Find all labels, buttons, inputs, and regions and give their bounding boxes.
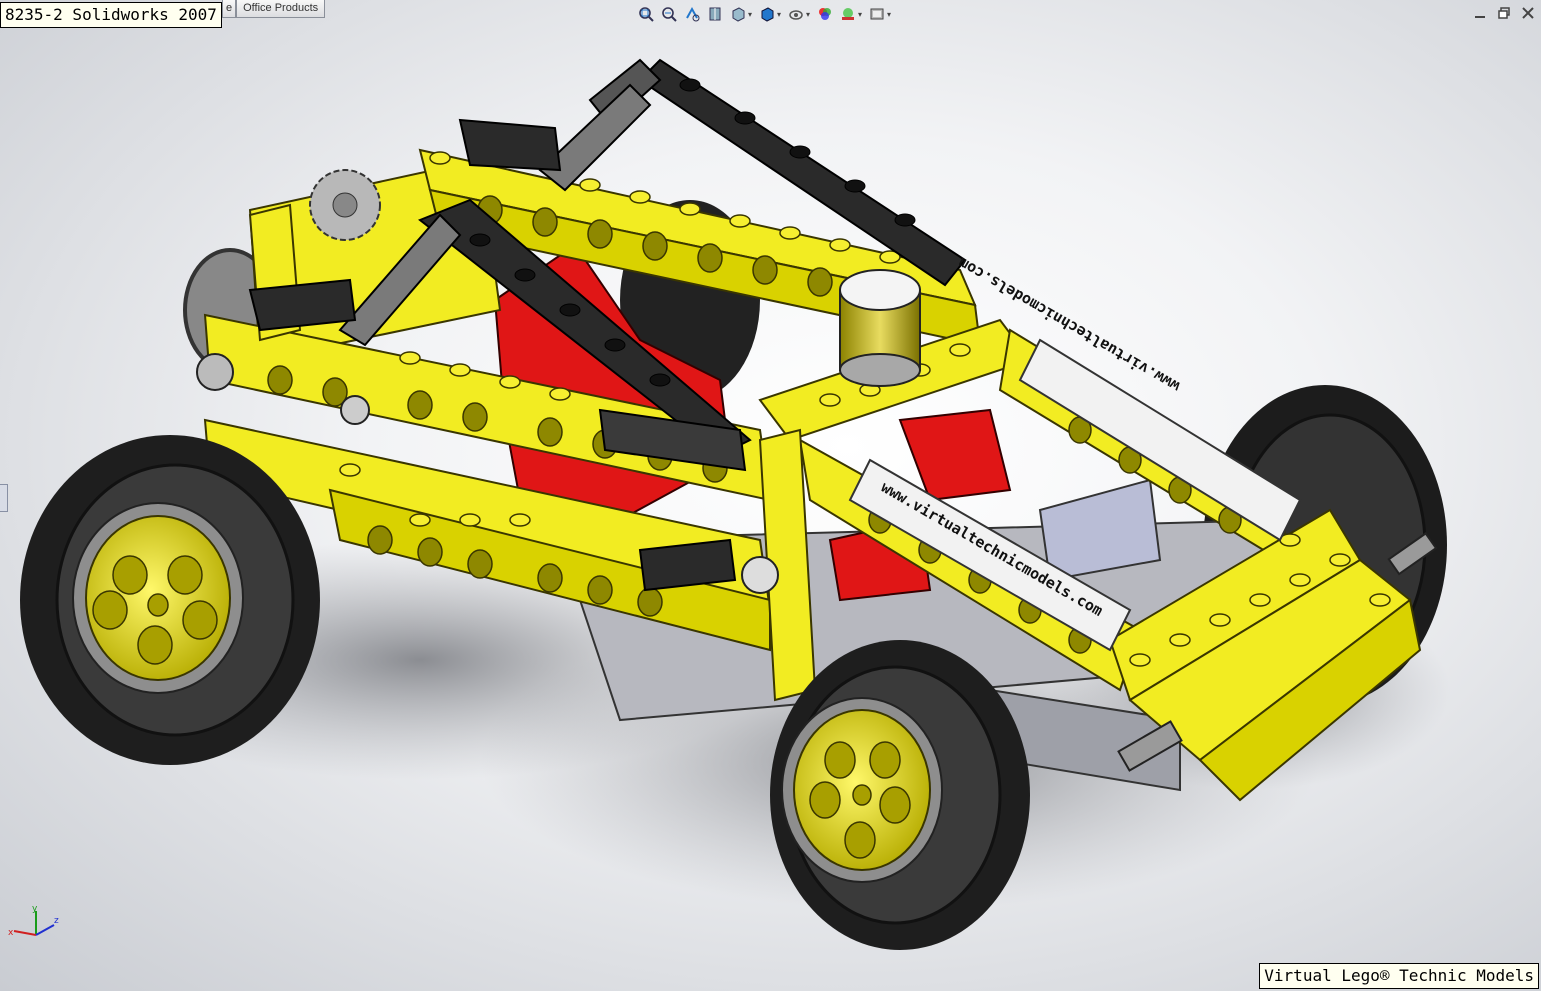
heads-up-view-toolbar: ▾ ▾ ▾ ▾ ▾ [636,4,893,24]
zoom-to-fit-icon[interactable] [636,4,656,24]
edit-appearance-icon[interactable] [815,4,835,24]
wheel-front-left [20,435,320,765]
tab-office-products[interactable]: Office Products [236,0,326,18]
close-icon[interactable] [1521,6,1535,20]
apply-scene-dropdown-icon[interactable]: ▾ [858,10,864,19]
reference-triad: y x z [8,905,59,938]
graphics-area[interactable]: www.virtualtechnicmodels.com www.virtual… [0,0,1541,991]
triad-y-label: y [32,905,38,914]
tab-previous[interactable]: e [222,0,237,18]
display-style-icon[interactable] [757,4,777,24]
window-controls [1473,6,1535,20]
hide-show-dropdown-icon[interactable]: ▾ [806,10,812,19]
zoom-area-icon[interactable] [659,4,679,24]
triad-x-label: x [8,928,14,938]
spur-gear [309,169,381,241]
view-orientation-dropdown-icon[interactable]: ▾ [748,10,754,19]
previous-view-icon[interactable] [682,4,702,24]
panel-splitter-handle[interactable] [0,484,8,512]
restore-icon[interactable] [1497,6,1511,20]
lego-buggy-model[interactable]: www.virtualtechnicmodels.com www.virtual… [0,0,1541,991]
view-orientation-icon[interactable] [728,4,748,24]
model-title-caption: 8235-2 Solidworks 2007 [0,2,222,28]
section-view-icon[interactable] [705,4,725,24]
triad-z-label: z [54,916,59,926]
tab-strip: e Office Products [222,0,326,18]
wheel-front-right [770,640,1030,950]
hide-show-icon[interactable] [786,4,806,24]
apply-scene-icon[interactable] [838,4,858,24]
electric-motor [839,269,921,387]
minimize-icon[interactable] [1473,6,1487,20]
view-settings-dropdown-icon[interactable]: ▾ [887,10,893,19]
view-settings-icon[interactable] [867,4,887,24]
credit-caption: Virtual Lego® Technic Models [1259,963,1539,989]
display-style-dropdown-icon[interactable]: ▾ [777,10,783,19]
